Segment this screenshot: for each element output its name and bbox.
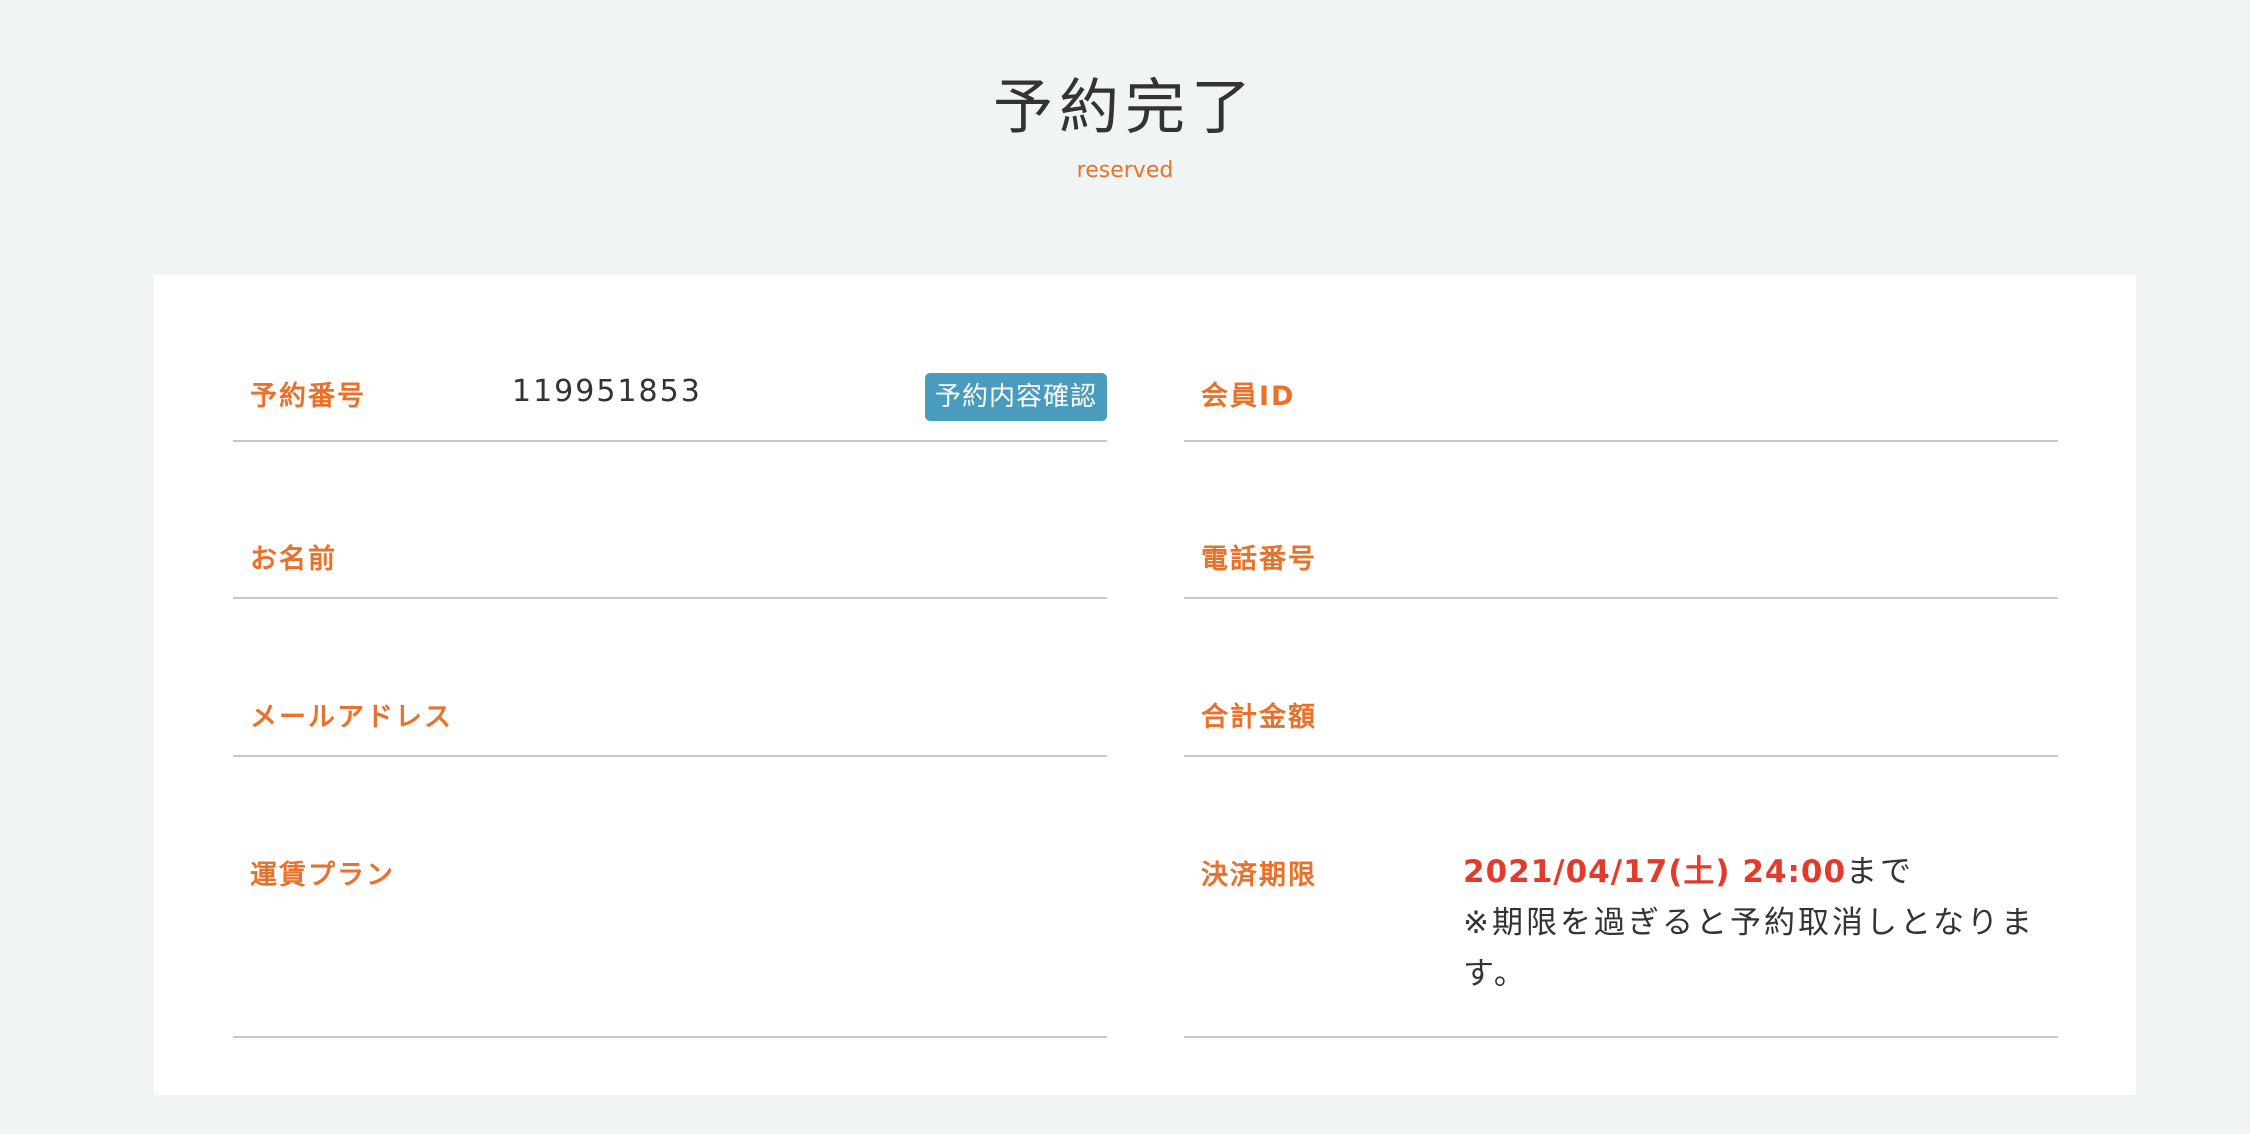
reservation-number-label: 予約番号 (250, 381, 366, 412)
page-header: 予約完了 reserved (0, 0, 2250, 275)
reservation-card: 予約番号 119951853 予約内容確認 お名前 メールアドレス 運賃プラン … (154, 275, 2136, 1095)
member-id-label: 会員ID (1201, 381, 1296, 412)
member-id-row: 会員ID (1184, 275, 2058, 442)
fare-plan-label: 運賃プラン (250, 860, 395, 891)
email-label: メールアドレス (250, 702, 453, 733)
phone-label: 電話番号 (1201, 544, 1317, 575)
fare-plan-row: 運賃プラン (233, 757, 1107, 1038)
reservation-number-value: 119951853 (512, 374, 702, 409)
name-label: お名前 (250, 544, 337, 575)
deadline-label: 決済期限 (1201, 860, 1317, 891)
name-row: お名前 (233, 442, 1107, 599)
confirm-reservation-button[interactable]: 予約内容確認 (924, 373, 1107, 421)
page-title: 予約完了 (993, 73, 1257, 143)
deadline-note: ※期限を過ぎると予約取消しとなります。 (1463, 905, 2036, 992)
deadline-date: 2021/04/17(土) 24:00 (1463, 854, 1847, 890)
page-subtitle: reserved (1076, 158, 1174, 183)
deadline-text: 2021/04/17(土) 24:00まで ※期限を過ぎると予約取消しとなります… (1463, 847, 2053, 1000)
email-row: メールアドレス (233, 599, 1107, 757)
reservation-number-row: 予約番号 119951853 予約内容確認 (233, 275, 1107, 442)
total-row: 合計金額 (1184, 599, 2058, 757)
total-label: 合計金額 (1201, 702, 1317, 733)
phone-row: 電話番号 (1184, 442, 2058, 599)
deadline-suffix: まで (1846, 854, 1915, 890)
